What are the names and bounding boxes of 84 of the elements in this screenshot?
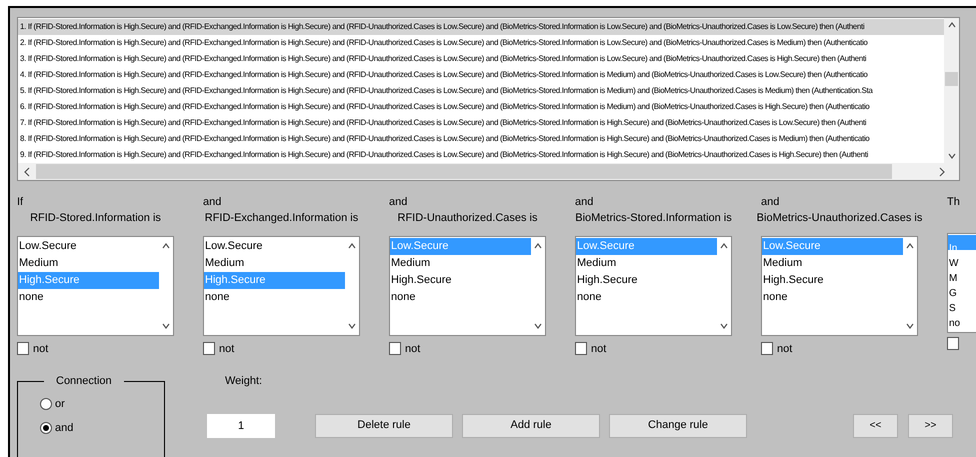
checkbox[interactable] — [575, 342, 587, 356]
connector-label: and — [761, 195, 780, 209]
list-option[interactable]: none — [762, 288, 903, 306]
list-option[interactable]: Low.Secure — [204, 238, 345, 254]
radio-button[interactable] — [40, 398, 52, 410]
list-option[interactable]: W — [948, 258, 958, 269]
scrollbar-thumb[interactable] — [36, 164, 892, 179]
rule-button[interactable]: Add rule — [462, 414, 600, 438]
list-option[interactable]: M — [948, 273, 958, 284]
vertical-scrollbar[interactable] — [944, 18, 959, 163]
checkbox[interactable] — [761, 342, 773, 356]
not-label: not — [777, 342, 792, 356]
connector-label: Th — [947, 195, 960, 209]
variable-title: BioMetrics-Unauthorized.Cases is — [756, 211, 922, 226]
membership-list[interactable]: Low.Secure Medium High.Secure none — [203, 236, 360, 336]
variable-title: RFID-Stored.Information is — [30, 211, 161, 226]
scroll-up-icon[interactable] — [720, 242, 728, 248]
radio-label: or — [55, 397, 65, 412]
membership-list[interactable]: Low.Secure Medium High.Secure none — [761, 236, 918, 336]
rule-item[interactable]: 9. If (RFID-Stored.Information is High.Secure) and (RFID-Exchanged.Information is High.Secure) and (RFID-Unauthorized.Cases is Low.Secure) and (BioMetrics-Stored.Information is High.Secure) and (BioMetrics-Unauthorized.Cases is High.Secure) then (Authenti — [18, 147, 944, 163]
connector-label: and — [575, 195, 594, 209]
list-option[interactable]: none — [204, 288, 345, 306]
scroll-down-icon[interactable] — [534, 322, 542, 328]
rule-item[interactable]: 5. If (RFID-Stored.Information is High.Secure) and (RFID-Exchanged.Information is High.Secure) and (RFID-Unauthorized.Cases is Low.Secure) and (BioMetrics-Stored.Information is Medium) and (BioMetrics-Unauthorized.Cases is Medium) then (Authentication.Sta — [18, 83, 944, 99]
scrollbar-thumb[interactable] — [945, 72, 958, 86]
list-option[interactable]: High.Secure — [762, 272, 903, 288]
list-option[interactable]: Low.Secure — [18, 238, 159, 254]
rule-item[interactable]: 2. If (RFID-Stored.Information is High.Secure) and (RFID-Exchanged.Information is High.Secure) and (RFID-Unauthorized.Cases is Low.Secure) and (BioMetrics-Stored.Information is Low.Secure) and (BioMetrics-Unauthorized.Cases is Medium) then (Authenticatio — [18, 35, 944, 51]
variable-title: BioMetrics-Stored.Information is — [575, 211, 732, 226]
scroll-down-icon[interactable] — [348, 322, 356, 328]
nav-button[interactable]: << — [853, 414, 898, 438]
not-label: not — [591, 342, 606, 356]
scroll-down-icon[interactable] — [906, 322, 914, 328]
connector-label: and — [389, 195, 408, 209]
rule-button[interactable]: Delete rule — [315, 414, 453, 438]
list-option[interactable]: Medium — [762, 254, 903, 272]
rule-list[interactable] — [17, 17, 960, 181]
list-option[interactable]: Medium — [18, 254, 159, 272]
variable-title: RFID-Unauthorized.Cases is — [398, 211, 538, 226]
list-option[interactable]: High.Secure — [576, 272, 717, 288]
membership-list[interactable]: Low.Secure Medium High.Secure none — [575, 236, 732, 336]
membership-list[interactable]: Low.Secure Medium High.Secure none — [17, 236, 174, 336]
nav-button[interactable]: >> — [908, 414, 953, 438]
rule-item[interactable]: 3. If (RFID-Stored.Information is High.Secure) and (RFID-Exchanged.Information is High.Secure) and (RFID-Unauthorized.Cases is Low.Secure) and (BioMetrics-Stored.Information is Low.Secure) and (BioMetrics-Unauthorized.Cases is High.Secure) then (Authenti — [18, 51, 944, 67]
list-option[interactable]: S — [948, 303, 956, 314]
variable-title: RFID-Exchanged.Information is — [204, 211, 358, 226]
checkbox[interactable] — [203, 342, 215, 356]
list-option[interactable]: Medium — [204, 254, 345, 272]
not-label: not — [33, 342, 48, 356]
rule-item[interactable]: 8. If (RFID-Stored.Information is High.Secure) and (RFID-Exchanged.Information is High.Secure) and (RFID-Unauthorized.Cases is Low.Secure) and (BioMetrics-Stored.Information is High.Secure) and (BioMetrics-Unauthorized.Cases is Medium) then (Authenticatio — [18, 131, 944, 147]
rule-item[interactable]: 6. If (RFID-Stored.Information is High.Secure) and (RFID-Exchanged.Information is High.Secure) and (RFID-Unauthorized.Cases is Low.Secure) and (BioMetrics-Stored.Information is Medium) and (BioMetrics-Unauthorized.Cases is High.Secure) then (Authenticatio — [18, 99, 944, 115]
not-label: not — [405, 342, 420, 356]
list-option[interactable]: Medium — [576, 254, 717, 272]
list-option[interactable]: none — [390, 288, 531, 306]
scroll-down-icon[interactable] — [720, 322, 728, 328]
checkbox[interactable] — [389, 342, 401, 356]
scroll-up-icon[interactable] — [534, 242, 542, 248]
horizontal-scrollbar[interactable] — [18, 163, 959, 180]
not-label: not — [219, 342, 234, 356]
scroll-up-icon[interactable] — [906, 242, 914, 248]
radio-button[interactable] — [40, 422, 52, 434]
list-option[interactable]: none — [18, 288, 159, 306]
weight-label: Weight: — [225, 374, 264, 389]
connector-label: and — [203, 195, 222, 209]
radio-label: and — [55, 420, 74, 436]
list-option[interactable]: no — [948, 318, 960, 329]
list-option[interactable]: Medium — [390, 254, 531, 272]
scroll-up-icon[interactable] — [948, 22, 956, 28]
scroll-down-icon[interactable] — [948, 153, 956, 159]
rule-button[interactable]: Change rule — [609, 414, 747, 438]
list-option[interactable]: G — [948, 288, 957, 299]
membership-list[interactable]: Low.Secure Medium High.Secure none — [389, 236, 546, 336]
connector-label: If — [17, 195, 24, 209]
list-option[interactable]: High.Secure — [390, 272, 531, 288]
scroll-down-icon[interactable] — [162, 322, 170, 328]
list-option[interactable]: none — [576, 288, 717, 306]
checkbox[interactable] — [947, 337, 959, 350]
weight-field[interactable]: 1 — [207, 414, 275, 438]
rule-item[interactable]: 1. If (RFID-Stored.Information is High.Secure) and (RFID-Exchanged.Information is High.Secure) and (RFID-Unauthorized.Cases is Low.Secure) and (BioMetrics-Stored.Information is Low.Secure) and (BioMetrics-Unauthorized.Cases is Low.Secure) then (Authenti — [18, 19, 944, 35]
rule-item[interactable]: 7. If (RFID-Stored.Information is High.Secure) and (RFID-Exchanged.Information is High.Secure) and (RFID-Unauthorized.Cases is Low.Secure) and (BioMetrics-Stored.Information is High.Secure) and (BioMetrics-Unauthorized.Cases is Low.Secure) then (Authenti — [18, 115, 944, 131]
scroll-up-icon[interactable] — [348, 242, 356, 248]
rule-item[interactable]: 4. If (RFID-Stored.Information is High.Secure) and (RFID-Exchanged.Information is High.Secure) and (RFID-Unauthorized.Cases is Low.Secure) and (BioMetrics-Stored.Information is Medium) and (BioMetrics-Unauthorized.Cases is Low.Secure) then (Authenticatio — [18, 67, 944, 83]
checkbox[interactable] — [17, 342, 29, 356]
scroll-up-icon[interactable] — [162, 242, 170, 248]
